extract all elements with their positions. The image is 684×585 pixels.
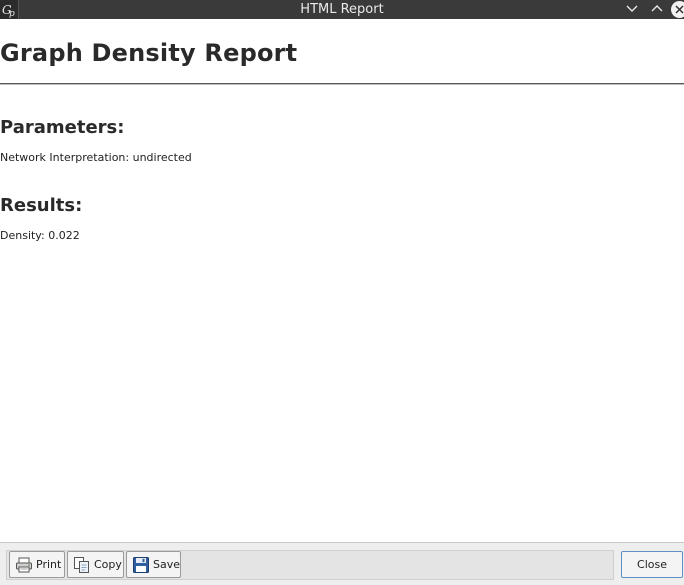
print-label: Print [36, 558, 62, 571]
density-text: Density: 0.022 [0, 229, 80, 242]
chevron-down-icon [626, 5, 638, 12]
bottom-button-bar: Print Copy Save Close [0, 542, 684, 585]
title-divider [0, 83, 684, 85]
chevron-up-icon [651, 5, 663, 12]
report-title: Graph Density Report [0, 39, 298, 67]
floppy-disk-icon [133, 557, 149, 573]
close-button[interactable]: Close [621, 551, 683, 578]
parameters-heading: Parameters: [0, 117, 125, 138]
copy-label: Copy [94, 558, 122, 571]
window-titlebar: G p HTML Report [0, 0, 684, 19]
minimize-button[interactable] [622, 0, 642, 19]
network-interpretation-text: Network Interpretation: undirected [0, 151, 192, 164]
save-button[interactable]: Save [126, 551, 181, 578]
close-icon [675, 5, 684, 14]
close-window-button[interactable] [670, 0, 684, 19]
save-label: Save [153, 558, 181, 571]
report-content: Graph Density Report Parameters: Network… [0, 19, 684, 542]
maximize-button[interactable] [647, 0, 667, 19]
window-title: HTML Report [300, 2, 384, 17]
copy-icon [74, 557, 89, 573]
print-button[interactable]: Print [9, 551, 65, 578]
printer-icon [16, 557, 32, 573]
copy-button[interactable]: Copy [67, 551, 124, 578]
results-heading: Results: [0, 195, 83, 216]
